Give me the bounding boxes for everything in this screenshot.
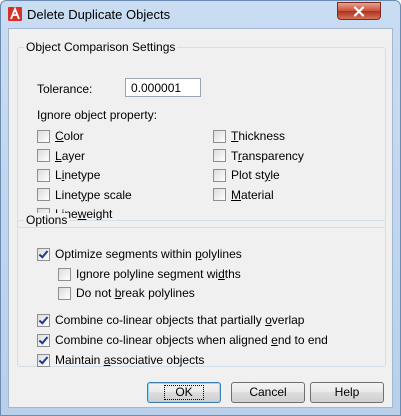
property-checkbox-right[interactable]: Plot style xyxy=(213,168,280,182)
tolerance-input[interactable] xyxy=(125,78,201,97)
close-icon xyxy=(353,6,365,17)
checkbox-box[interactable] xyxy=(58,267,71,281)
checkbox-label: Transparency xyxy=(231,148,304,163)
ignore-property-label: Ignore object property: xyxy=(37,108,158,122)
checkbox-box[interactable] xyxy=(213,168,226,182)
dialog-window: Delete Duplicate Objects Object Comparis… xyxy=(0,0,401,416)
checkbox-box[interactable] xyxy=(213,129,226,143)
property-checkbox-left[interactable]: Linetype scale xyxy=(37,188,132,202)
checkbox-label: Thickness xyxy=(231,129,286,143)
option-checkbox[interactable]: Combine co-linear objects when aligned e… xyxy=(37,333,328,347)
title-bar[interactable]: Delete Duplicate Objects xyxy=(1,1,400,27)
checkbox-box[interactable] xyxy=(37,149,50,162)
property-checkbox-right[interactable]: Thickness xyxy=(213,129,285,143)
checkbox-box[interactable] xyxy=(37,168,50,182)
option-checkbox[interactable]: Maintain associative objects xyxy=(37,353,204,367)
checkbox-box[interactable] xyxy=(37,129,50,143)
checkbox-box[interactable] xyxy=(37,313,50,327)
checkbox-label: Ignore polyline segment widths xyxy=(76,267,241,281)
comparison-settings-group: Object Comparison Settings Tolerance: Ig… xyxy=(17,40,386,228)
checkbox-box[interactable] xyxy=(37,333,50,347)
options-legend: Options xyxy=(24,213,70,227)
checkbox-label: Linetype xyxy=(55,168,101,182)
checkbox-box[interactable] xyxy=(37,353,50,367)
options-group: Options Optimize segments within polylin… xyxy=(17,213,386,367)
close-button[interactable] xyxy=(337,2,381,20)
checkbox-box[interactable] xyxy=(213,149,226,162)
property-checkbox-right[interactable]: Material xyxy=(213,188,274,202)
checkbox-label: Material xyxy=(231,187,274,202)
option-checkbox[interactable]: Do not break polylines xyxy=(58,286,195,300)
help-button[interactable]: Help xyxy=(310,382,384,403)
option-checkbox[interactable]: Optimize segments within polylines xyxy=(37,247,242,261)
checkbox-box[interactable] xyxy=(37,247,50,261)
cancel-button[interactable]: Cancel xyxy=(231,382,305,403)
property-checkbox-left[interactable]: Color xyxy=(37,129,84,143)
property-checkbox-left[interactable]: Linetype xyxy=(37,168,100,182)
comparison-settings-legend: Object Comparison Settings xyxy=(24,40,178,54)
dialog-client-area: Object Comparison Settings Tolerance: Ig… xyxy=(8,28,393,408)
checkbox-label: Combine co-linear objects that partially… xyxy=(55,313,305,327)
checkbox-label: Optimize segments within polylines xyxy=(55,247,242,261)
property-checkbox-left[interactable]: Layer xyxy=(37,149,85,163)
checkbox-label: Color xyxy=(55,129,84,143)
checkbox-label: Do not break polylines xyxy=(76,286,195,300)
checkbox-label: Layer xyxy=(55,148,86,163)
checkbox-label: Linetype scale xyxy=(55,187,132,202)
checkbox-box[interactable] xyxy=(213,188,226,201)
property-checkbox-right[interactable]: Transparency xyxy=(213,149,304,163)
ok-button[interactable]: OK xyxy=(147,382,221,403)
checkbox-box[interactable] xyxy=(58,286,71,300)
window-title: Delete Duplicate Objects xyxy=(27,7,171,22)
option-checkbox[interactable]: Combine co-linear objects that partially… xyxy=(37,313,304,327)
checkbox-label: Maintain associative objects xyxy=(55,353,205,367)
option-checkbox[interactable]: Ignore polyline segment widths xyxy=(58,267,241,281)
tolerance-label: Tolerance: xyxy=(37,82,93,96)
checkbox-label: Combine co-linear objects when aligned e… xyxy=(55,333,328,347)
checkbox-label: Plot style xyxy=(231,168,280,182)
checkbox-box[interactable] xyxy=(37,188,50,201)
autocad-app-icon xyxy=(8,7,22,21)
